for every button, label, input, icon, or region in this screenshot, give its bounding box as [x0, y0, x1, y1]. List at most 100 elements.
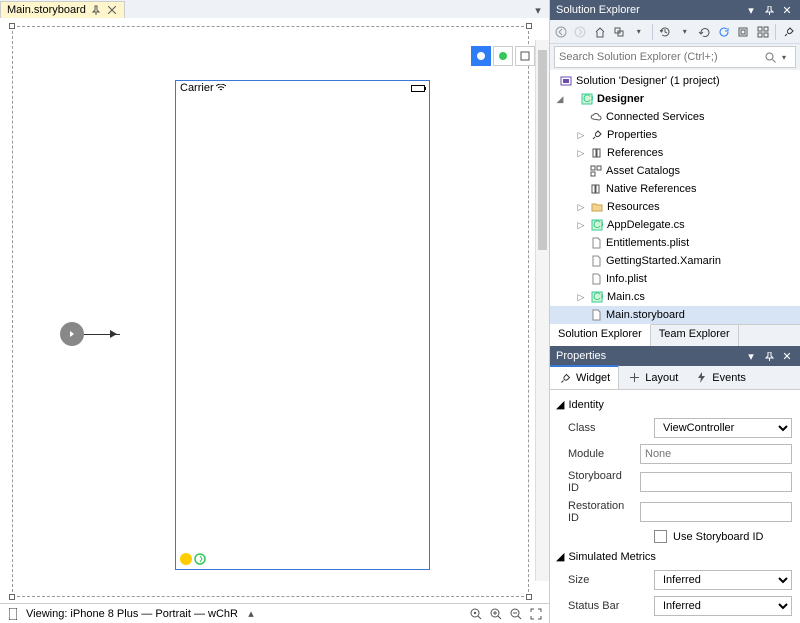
tree-item[interactable]: Connected Services — [550, 108, 800, 126]
back-icon[interactable] — [554, 25, 568, 39]
fit-icon[interactable] — [529, 607, 543, 621]
tab-layout[interactable]: Layout — [619, 366, 686, 389]
tree-solution[interactable]: Solution 'Designer' (1 project) — [550, 72, 800, 90]
expander-icon[interactable]: ▷ — [575, 220, 587, 231]
tree-item[interactable]: Entitlements.plist — [550, 234, 800, 252]
bolt-icon — [694, 371, 708, 385]
class-select[interactable]: ViewController — [654, 418, 792, 438]
initial-scene-arrow[interactable] — [60, 322, 120, 346]
search-icon[interactable] — [763, 50, 777, 64]
scroll-thumb[interactable] — [538, 50, 547, 250]
history-icon[interactable] — [658, 25, 672, 39]
vertical-scrollbar[interactable] — [535, 40, 549, 581]
solution-icon — [559, 74, 573, 88]
field-label: Class — [568, 422, 648, 434]
resize-handle[interactable] — [9, 23, 15, 29]
view-controller-scene[interactable]: Carrier — [175, 80, 430, 570]
file-icon — [589, 272, 603, 286]
resize-handle[interactable] — [9, 594, 15, 600]
close-icon[interactable]: ✕ — [780, 349, 794, 363]
expander-icon[interactable]: ◢ — [554, 94, 566, 105]
mode-button-2[interactable] — [493, 46, 513, 66]
resize-handle[interactable] — [526, 594, 532, 600]
undo-icon[interactable] — [697, 25, 711, 39]
separator — [775, 24, 776, 40]
tab-overflow[interactable]: ▾ — [531, 3, 545, 17]
tree-item[interactable]: Info.plist — [550, 270, 800, 288]
section-identity[interactable]: ◢Identity — [554, 394, 796, 415]
tree-label: Solution 'Designer' (1 project) — [576, 75, 720, 87]
layout-icon — [627, 371, 641, 385]
tab-events[interactable]: Events — [686, 366, 754, 389]
tree-label: Connected Services — [606, 111, 704, 123]
show-all-icon[interactable] — [756, 25, 770, 39]
collapse-icon[interactable] — [736, 25, 750, 39]
tree-item[interactable]: ▷C#AppDelegate.cs — [550, 216, 800, 234]
pin-icon[interactable] — [90, 4, 102, 16]
tree-label: Asset Catalogs — [606, 165, 680, 177]
tree-item[interactable]: Native References — [550, 180, 800, 198]
search-box[interactable]: ▾ — [554, 46, 796, 68]
tree-item-selected[interactable]: Main.storyboard — [550, 306, 800, 324]
tree-label: Main.storyboard — [606, 309, 685, 321]
chevron-up-icon[interactable]: ▴ — [244, 607, 258, 621]
device-icon[interactable] — [6, 607, 20, 621]
forward-icon[interactable] — [574, 25, 588, 39]
document-tab[interactable]: Main.storyboard — [0, 1, 125, 18]
wrench-icon — [590, 128, 604, 142]
tree-item[interactable]: Asset Catalogs — [550, 162, 800, 180]
use-storyboard-checkbox[interactable] — [654, 530, 667, 543]
file-icon — [589, 254, 603, 268]
chevron-down-icon[interactable]: ▾ — [632, 25, 646, 39]
size-select[interactable]: Inferred — [654, 570, 792, 590]
zoom-in-icon[interactable] — [489, 607, 503, 621]
expander-icon[interactable]: ▷ — [575, 202, 587, 213]
restoration-id-input[interactable] — [640, 502, 792, 522]
properties-icon[interactable] — [782, 25, 796, 39]
chevron-down-icon[interactable]: ▾ — [678, 25, 692, 39]
dropdown-icon[interactable]: ▾ — [744, 349, 758, 363]
solution-tree[interactable]: Solution 'Designer' (1 project) ◢C#Desig… — [550, 70, 800, 324]
tree-project[interactable]: ◢C#Designer — [550, 90, 800, 108]
resize-handle[interactable] — [526, 23, 532, 29]
module-input[interactable] — [640, 444, 792, 464]
expander-icon[interactable]: ▷ — [575, 292, 587, 303]
solution-explorer-toolbar: ▾ ▾ — [550, 20, 800, 44]
tab-solution-explorer[interactable]: Solution Explorer — [550, 324, 651, 346]
tree-item[interactable]: ▷Resources — [550, 198, 800, 216]
expander-icon[interactable]: ▷ — [575, 148, 587, 159]
row-class: Class ViewController — [554, 415, 796, 441]
row-storyboard-id: Storyboard ID — [554, 467, 796, 497]
tree-item[interactable]: ▷Properties — [550, 126, 800, 144]
storyboard-canvas[interactable]: Carrier — [0, 20, 549, 603]
tab-team-explorer[interactable]: Team Explorer — [651, 325, 739, 346]
close-icon[interactable] — [106, 4, 118, 16]
dropdown-icon[interactable]: ▾ — [744, 3, 758, 17]
arrow-line — [84, 334, 120, 335]
pin-icon[interactable] — [762, 3, 776, 17]
status-bar-select[interactable]: Inferred — [654, 596, 792, 616]
zoom-reset-icon[interactable] — [469, 607, 483, 621]
close-icon[interactable]: ✕ — [780, 3, 794, 17]
exit-icon[interactable] — [194, 553, 206, 565]
editor-pane: Main.storyboard ▾ — [0, 0, 550, 623]
cs-file-icon: C# — [590, 218, 604, 232]
expander-icon[interactable]: ▷ — [575, 130, 587, 141]
storyboard-id-input[interactable] — [640, 472, 792, 492]
pin-icon[interactable] — [762, 349, 776, 363]
sync-icon[interactable] — [613, 25, 627, 39]
search-input[interactable] — [559, 51, 763, 63]
zoom-out-icon[interactable] — [509, 607, 523, 621]
chevron-down-icon[interactable]: ▾ — [777, 50, 791, 64]
first-responder-icon[interactable] — [180, 553, 192, 565]
tree-item[interactable]: ▷C#Main.cs — [550, 288, 800, 306]
home-icon[interactable] — [593, 25, 607, 39]
csproj-icon: C# — [580, 92, 594, 106]
mode-button-1[interactable] — [471, 46, 491, 66]
refresh-icon[interactable] — [717, 25, 731, 39]
outline-button[interactable] — [515, 46, 535, 66]
section-simulated-metrics[interactable]: ◢Simulated Metrics — [554, 546, 796, 567]
tree-item[interactable]: ▷References — [550, 144, 800, 162]
tab-widget[interactable]: Widget — [550, 365, 619, 389]
tree-item[interactable]: GettingStarted.Xamarin — [550, 252, 800, 270]
